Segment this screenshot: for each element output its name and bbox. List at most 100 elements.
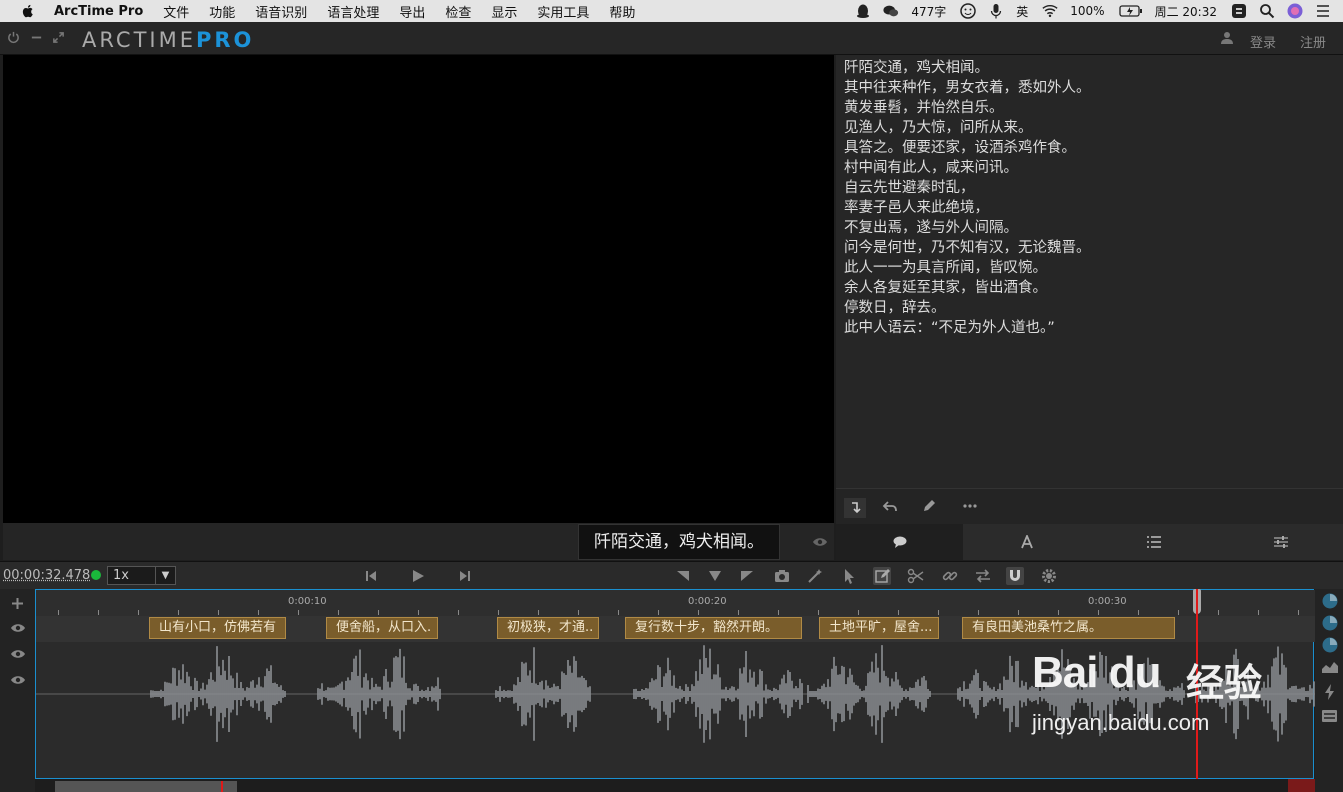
menu-speech-recognition[interactable]: 语音识别 [255,2,307,21]
ruler-tick [618,610,619,615]
microphone-icon[interactable] [988,3,1004,19]
current-timecode[interactable]: 00:00:32.478 [3,568,90,583]
menu-language-processing[interactable]: 语言处理 [327,2,379,21]
mac-menubar: ArcTime Pro 文件 功能 语音识别 语言处理 导出 检查 显示 实用工… [0,0,1343,22]
ruler-tick [698,610,699,615]
settings-button[interactable] [1040,567,1058,585]
script-line[interactable]: 黄发垂髫，并怡然自乐。 [844,98,1335,118]
subtitle-clip[interactable]: 便舍船，从口入. [326,617,438,639]
ruler-tick [938,610,939,615]
scrollbar-thumb[interactable] [55,781,237,792]
menu-utilities[interactable]: 实用工具 [537,2,589,21]
ruler-tick [138,610,139,615]
mark-in-button[interactable] [674,567,692,585]
mark-out-button[interactable] [738,567,756,585]
notification-center-icon[interactable] [1315,3,1331,19]
script-line[interactable]: 此人一一为具言所闻，皆叹惋。 [844,258,1335,278]
script-line[interactable]: 见渔人，乃大惊，问所从来。 [844,118,1335,138]
subtitle-track[interactable]: 山有小口，仿佛若有 便舍船，从口入. 初极狭，才通.. 复行数十步，豁然开朗。 … [36,616,1315,642]
subtitle-clip[interactable]: 山有小口，仿佛若有 [149,617,286,639]
speech-bubble-icon [893,536,906,548]
wechat-icon[interactable] [883,3,899,19]
magnet-snap-button[interactable] [1006,567,1024,585]
add-track-icon[interactable] [11,597,24,610]
volume-dial-icon[interactable] [1322,615,1338,631]
login-link[interactable]: 登录 [1250,32,1276,51]
subtitle-preview-text: 阡陌交通，鸡犬相闻。 [578,524,780,560]
skip-back-button[interactable] [362,567,380,585]
link-tool-button[interactable] [941,567,959,585]
edit-tool-button[interactable] [873,567,891,585]
search-icon[interactable] [1259,3,1275,19]
time-ruler[interactable]: 0:00:10 0:00:20 0:00:30 [36,590,1315,616]
subtitle-visibility-eye-icon[interactable] [812,537,828,547]
undo-icon[interactable] [882,500,898,514]
play-button[interactable] [409,567,427,585]
battery-icon[interactable] [1118,3,1143,19]
subtitle-clip[interactable]: 土地平旷，屋舍... [819,617,939,639]
script-line[interactable]: 率妻子邑人来此绝境， [844,198,1335,218]
wifi-icon[interactable] [1042,3,1058,19]
timeline-scrollbar[interactable] [35,779,1314,792]
subtitle-clip[interactable]: 复行数十步，豁然开朗。 [625,617,802,639]
apple-menu-icon[interactable] [20,3,36,19]
tab-settings[interactable] [1217,524,1343,560]
script-line[interactable]: 不复出焉，遂与外人间隔。 [844,218,1335,238]
zoom-dial-icon[interactable] [1322,593,1338,609]
input-method-status[interactable]: 英 [1016,3,1028,20]
magnet-icon [1010,570,1020,581]
minimize-icon[interactable] [30,31,43,44]
playback-speed-select[interactable]: 1x ▼ [107,566,176,585]
menu-export[interactable]: 导出 [399,2,425,21]
subtitle-clip[interactable]: 初极狭，才通.. [497,617,599,639]
list-icon [1146,536,1161,548]
menu-check[interactable]: 检查 [445,2,471,21]
script-line[interactable]: 阡陌交通，鸡犬相闻。 [844,58,1335,78]
menu-function[interactable]: 功能 [209,2,235,21]
insert-icon[interactable] [844,498,866,518]
script-line[interactable]: 问今是何世，乃不知有汉，无论魏晋。 [844,238,1335,258]
script-line[interactable]: 自云先世避秦时乱， [844,178,1335,198]
script-text-panel[interactable]: 阡陌交通，鸡犬相闻。 其中往来种作，男女衣着，悉如外人。 黄发垂髫，并怡然自乐。… [836,55,1343,488]
skip-forward-button[interactable] [456,567,474,585]
script-line[interactable]: 其中往来种作，男女衣着，悉如外人。 [844,78,1335,98]
menu-help[interactable]: 帮助 [609,2,635,21]
chevron-down-icon[interactable]: ▼ [155,567,175,584]
qq-icon[interactable] [855,3,871,19]
menubar-clock[interactable]: 周二 20:32 [1155,3,1217,20]
script-line[interactable]: 村中闻有此人，咸来问讯。 [844,158,1335,178]
register-link[interactable]: 注册 [1300,32,1326,51]
tab-font-style[interactable] [963,524,1090,560]
pointer-tool-button[interactable] [840,567,858,585]
snapshot-button[interactable] [773,567,791,585]
script-line[interactable]: 具答之。便要还家，设酒杀鸡作食。 [844,138,1335,158]
menu-display[interactable]: 显示 [491,2,517,21]
ruler-tick [258,610,259,615]
marker-button[interactable] [706,567,724,585]
menu-app-name[interactable]: ArcTime Pro [54,4,143,19]
cut-tool-button[interactable] [907,567,925,585]
magic-wand-button[interactable] [806,567,824,585]
tab-comments[interactable] [836,524,963,560]
swap-button[interactable] [974,567,992,585]
more-icon[interactable] [963,504,977,508]
subtitle-clip[interactable]: 有良田美池桑竹之属。 [962,617,1175,639]
power-icon[interactable] [7,31,20,44]
pencil-icon[interactable] [922,499,936,513]
expand-icon[interactable] [52,31,65,44]
word-count-status[interactable]: 477字 [911,3,946,20]
script-line[interactable]: 停数日，辞去。 [844,298,1335,318]
track1-visibility-eye-icon[interactable] [10,623,26,633]
tab-list[interactable] [1090,524,1217,560]
script-line[interactable]: 余人各复延至其家，皆出酒食。 [844,278,1335,298]
app-switch-icon[interactable] [1231,3,1247,19]
app-toolbar: ARCTIMEPRO 登录 注册 [0,22,1343,55]
track2-visibility-eye-icon[interactable] [10,649,26,659]
siri-icon[interactable] [1287,3,1303,19]
track3-visibility-eye-icon[interactable] [10,675,26,685]
script-line[interactable]: 此中人语云：“不足为外人道也。” [844,318,1335,338]
watermark-cn-text: 经验 [1186,661,1263,705]
emoji-icon[interactable] [960,3,977,19]
menu-file[interactable]: 文件 [163,2,189,21]
video-preview[interactable] [3,55,834,523]
